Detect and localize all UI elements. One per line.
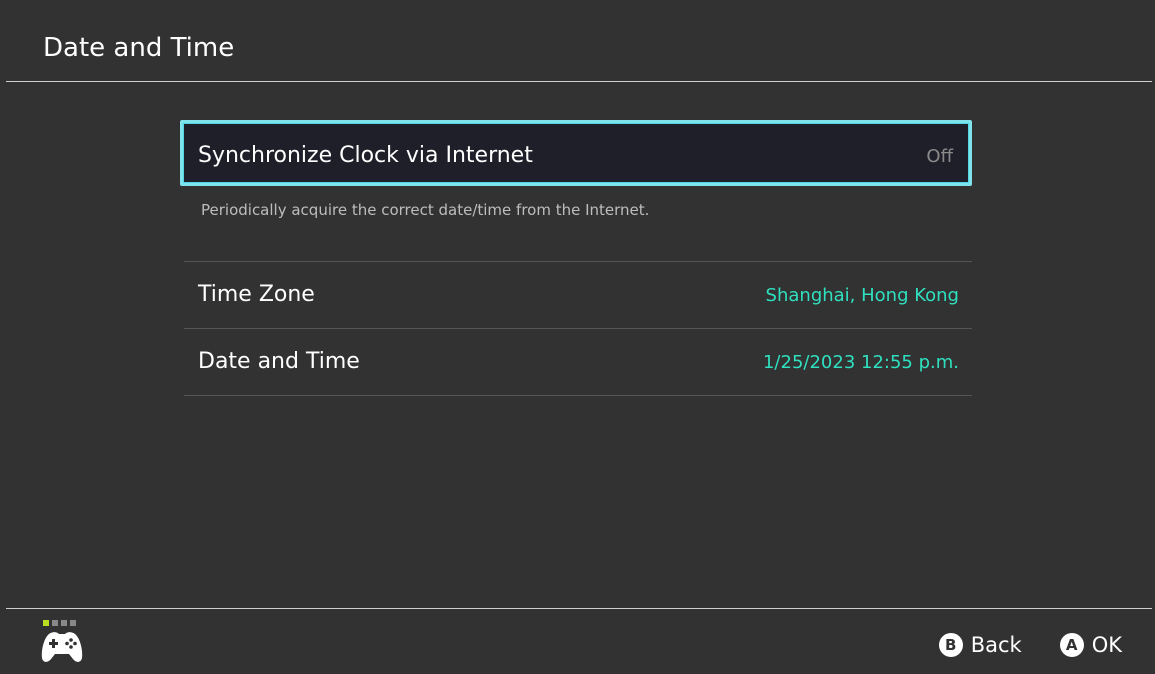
date-and-time-label: Date and Time <box>198 349 360 374</box>
player-3-indicator <box>61 620 67 626</box>
synchronize-clock-value: Off <box>926 146 953 167</box>
date-time-settings-screen: Date and Time Synchronize Clock via Inte… <box>0 0 1155 674</box>
controller-icon <box>41 632 83 662</box>
time-zone-label: Time Zone <box>198 282 315 307</box>
player-4-indicator <box>70 620 76 626</box>
ok-button[interactable]: A OK <box>1059 631 1122 659</box>
synchronize-clock-description: Periodically acquire the correct date/ti… <box>201 201 650 219</box>
date-and-time-value: 1/25/2023 12:55 p.m. <box>762 352 959 373</box>
page-title: Date and Time <box>43 33 235 63</box>
footer-divider <box>6 608 1152 609</box>
time-zone-value: Shanghai, Hong Kong <box>765 285 959 306</box>
b-button-icon: B <box>938 633 963 657</box>
footer-actions: B Back A OK <box>938 630 1122 660</box>
player-1-indicator <box>43 620 49 626</box>
time-zone-setting[interactable]: Time Zone Shanghai, Hong Kong <box>184 262 972 328</box>
player-2-indicator <box>52 620 58 626</box>
back-button[interactable]: B Back <box>938 631 1022 659</box>
synchronize-clock-setting[interactable]: Synchronize Clock via Internet Off <box>180 120 972 186</box>
ok-label: OK <box>1091 633 1122 657</box>
settings-divider <box>184 395 972 396</box>
date-and-time-setting[interactable]: Date and Time 1/25/2023 12:55 p.m. <box>184 329 972 395</box>
header-divider <box>6 81 1152 82</box>
back-label: Back <box>970 633 1022 657</box>
a-button-icon: A <box>1059 633 1084 657</box>
player-indicator <box>43 620 76 627</box>
synchronize-clock-label: Synchronize Clock via Internet <box>198 143 533 168</box>
